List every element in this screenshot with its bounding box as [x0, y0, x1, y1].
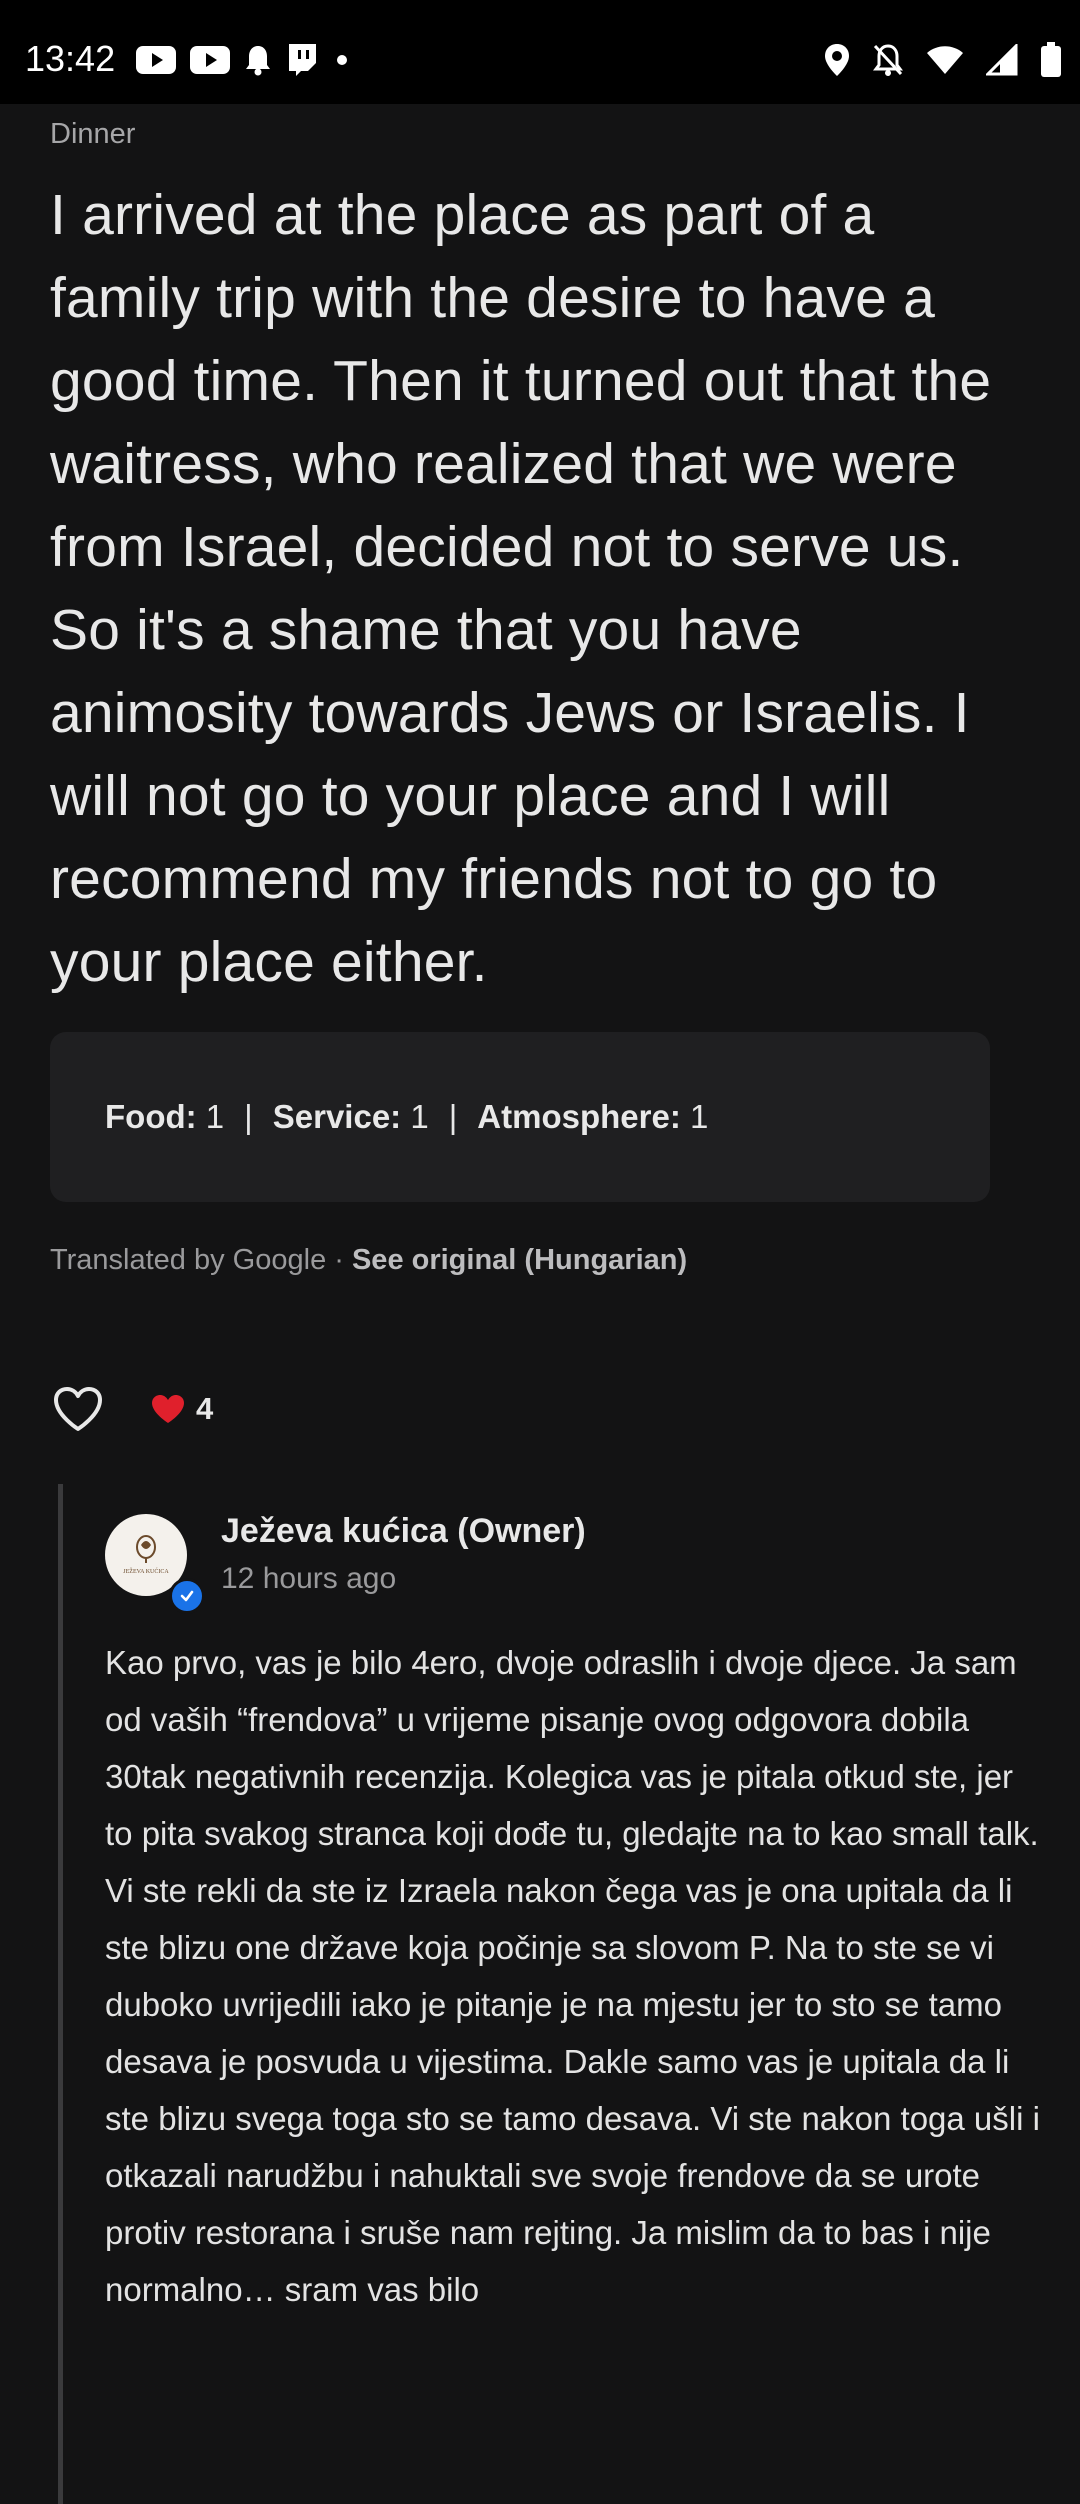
reaction-row: 4 [50, 1374, 213, 1444]
twitch-icon [286, 42, 318, 78]
red-heart-icon [150, 1393, 186, 1425]
heart-outline-icon [54, 1387, 102, 1431]
wifi-icon [926, 42, 964, 78]
signal-icon [986, 42, 1018, 78]
svg-text:JEŽEVA KUĆICA: JEŽEVA KUĆICA [123, 1567, 169, 1575]
status-bar: 13:42 [0, 0, 1080, 104]
like-button[interactable] [50, 1381, 106, 1437]
review-detail: Dinner I arrived at the place as part of… [0, 104, 1080, 2504]
location-icon [824, 42, 850, 78]
rating-divider: | [448, 1098, 458, 1135]
rating-atmosphere: Atmosphere: 1 [477, 1098, 709, 1135]
rating-food: Food: 1 [105, 1098, 225, 1135]
ratings-summary: Food: 1 | Service: 1 | Atmosphere: 1 [50, 1032, 990, 1202]
translation-notice: Translated by Google · See original (Hun… [50, 1244, 687, 1277]
dot-icon [332, 42, 352, 78]
meal-type-label: Dinner [50, 118, 136, 150]
restaurant-logo: JEŽEVA KUĆICA [112, 1521, 180, 1589]
battery-icon [1040, 42, 1062, 78]
see-original-link[interactable]: See original (Hungarian) [352, 1244, 687, 1276]
verified-check-icon [169, 1578, 205, 1614]
do-not-disturb-off-icon [872, 42, 904, 78]
youtube-icon [136, 42, 176, 78]
notification-icons [136, 42, 352, 78]
translated-by-label: Translated by Google · [50, 1244, 352, 1276]
system-icons [824, 42, 1062, 78]
rating-divider: | [244, 1098, 253, 1135]
reaction-count[interactable]: 4 [150, 1391, 213, 1427]
notification-bell-icon [244, 42, 272, 78]
owner-response-time: 12 hours ago [221, 1562, 397, 1595]
owner-response-text: Kao prvo, vas je bilo 4ero, dvoje odrasl… [105, 1644, 1040, 2308]
status-time: 13:42 [25, 38, 116, 79]
review-text: I arrived at the place as part of a fami… [50, 183, 992, 994]
youtube-icon [190, 42, 230, 78]
owner-response: JEŽEVA KUĆICA Ježeva kućica (Owner) 12 h… [58, 1484, 1048, 2504]
owner-name[interactable]: Ježeva kućica (Owner) [221, 1512, 586, 1551]
rating-service: Service: 1 [272, 1098, 429, 1135]
